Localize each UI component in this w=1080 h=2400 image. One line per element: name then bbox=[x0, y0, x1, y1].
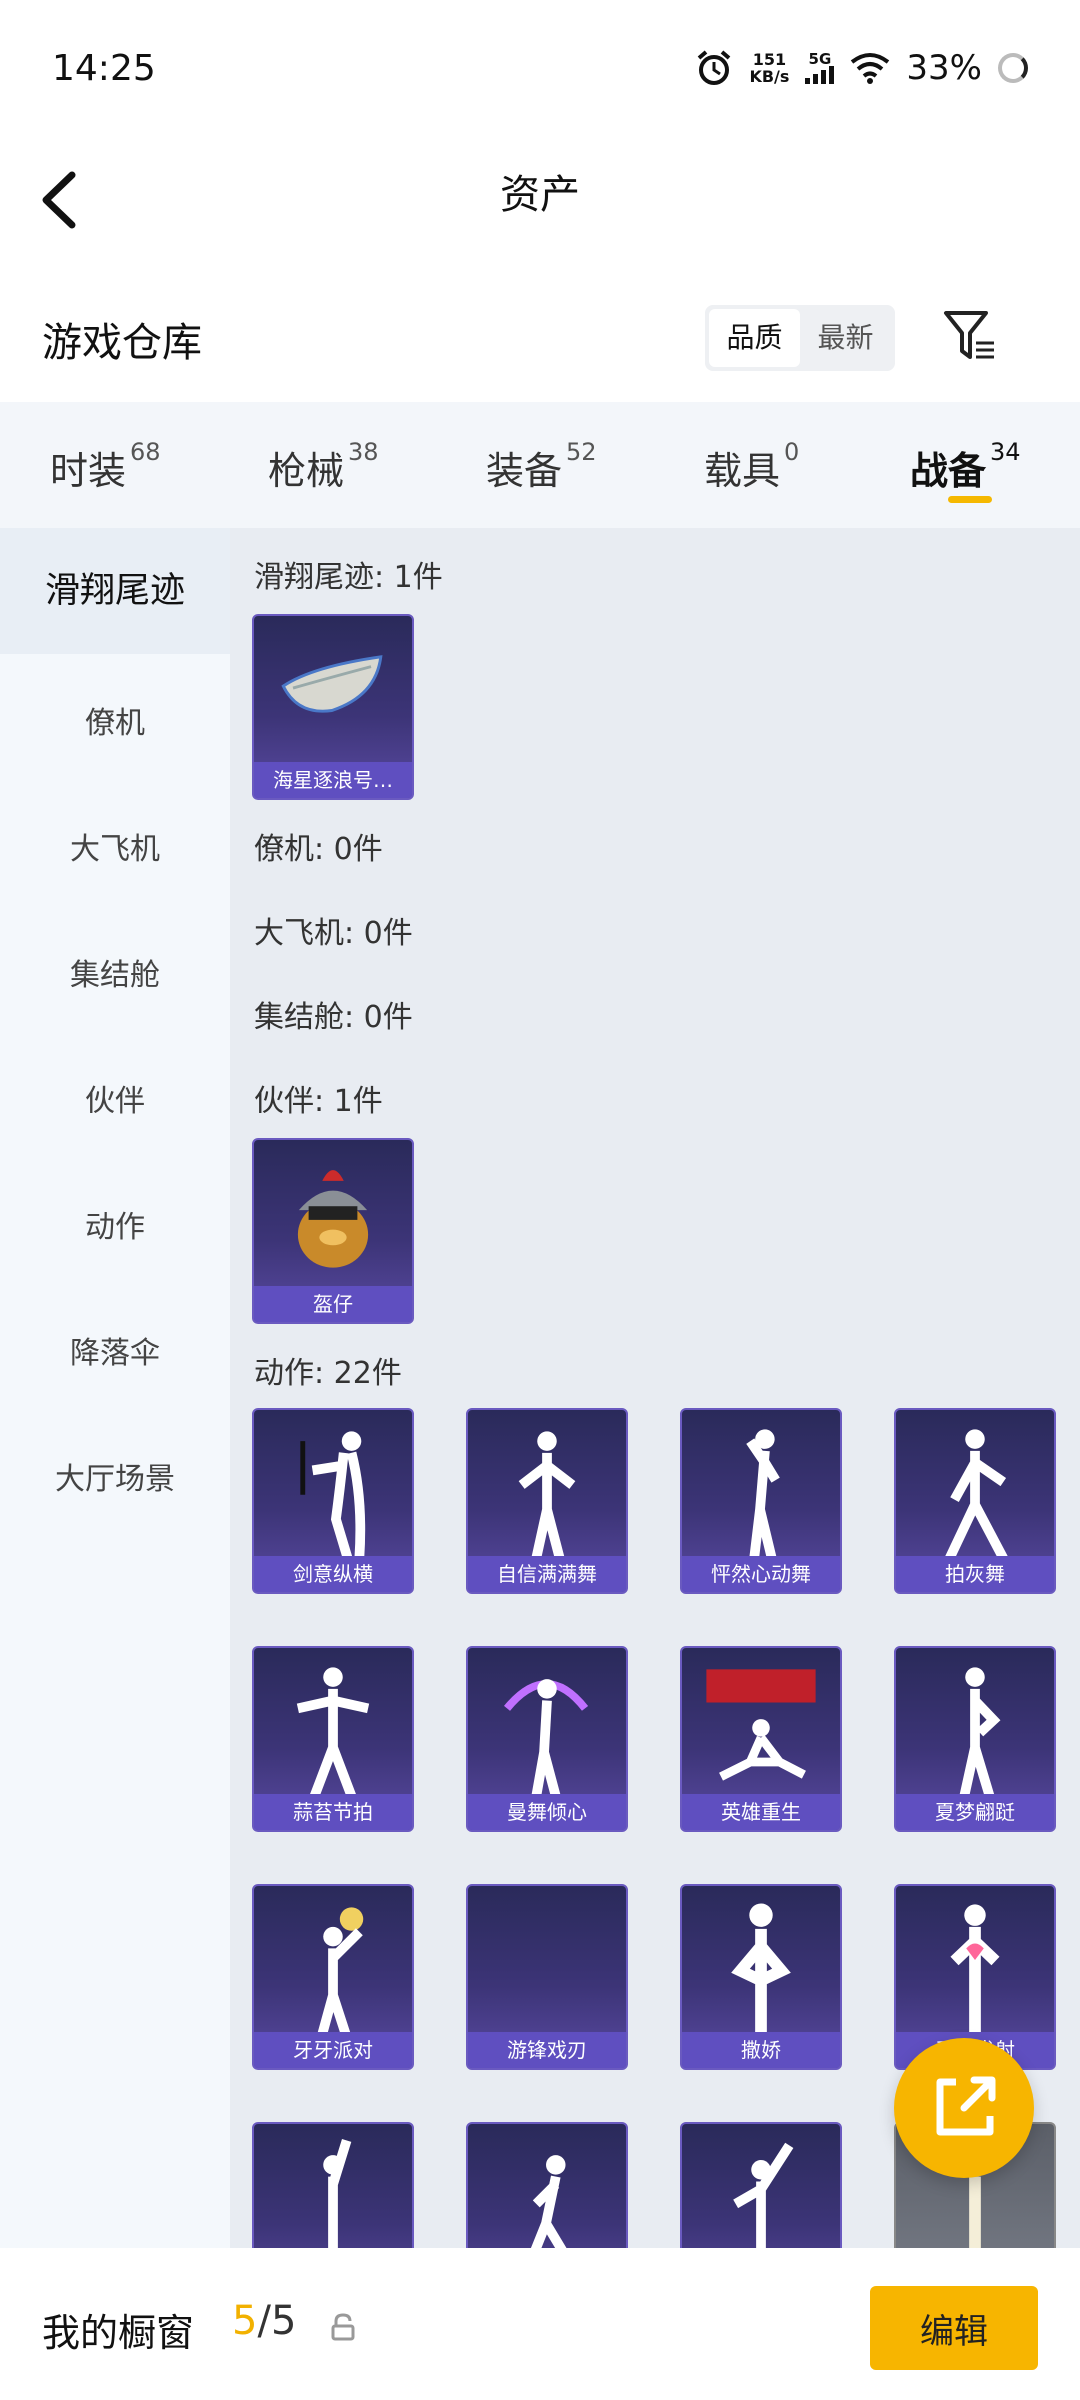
status-icons: 151 KB/s 5G 33% bbox=[695, 48, 1028, 88]
showcase-bar: 我的橱窗 5/5 编辑 bbox=[0, 2250, 1080, 2400]
item-name: 盔仔 bbox=[254, 1286, 412, 1322]
dancer-figure-icon bbox=[518, 1431, 576, 1560]
item-name: 怦然心动舞 bbox=[682, 1556, 840, 1592]
item-card[interactable]: 怦然心动舞 bbox=[680, 1408, 842, 1594]
item-name: 海星逐浪号… bbox=[254, 762, 412, 798]
item-card[interactable]: 英雄重生 bbox=[680, 1646, 842, 1832]
section-label-glide: 滑翔尾迹: 1件 bbox=[254, 560, 443, 595]
sort-toggle: 品质 最新 bbox=[705, 305, 895, 371]
lock-icon bbox=[331, 2313, 355, 2341]
side-nav-item-capsule[interactable]: 集结舱 bbox=[0, 950, 230, 994]
section-label-plane: 大飞机: 0件 bbox=[254, 916, 413, 951]
item-card[interactable]: 牙牙派对 bbox=[252, 1884, 414, 2070]
item-card[interactable] bbox=[466, 2122, 628, 2248]
dancer-figure-icon bbox=[950, 1904, 1000, 2035]
item-name: 英雄重生 bbox=[682, 1794, 840, 1830]
item-name: 剑意纵横 bbox=[254, 1556, 412, 1592]
cell-signal-icon: 5G bbox=[805, 52, 835, 84]
dancer-figure-icon bbox=[300, 1431, 366, 1560]
item-name: 蒜苔节拍 bbox=[254, 1794, 412, 1830]
item-name: 自信满满舞 bbox=[468, 1556, 626, 1592]
active-tab-indicator bbox=[948, 496, 992, 503]
item-card[interactable]: 拍灰舞 bbox=[894, 1408, 1056, 1594]
side-nav-item-wingman[interactable]: 僚机 bbox=[0, 698, 230, 742]
item-name: 拍灰舞 bbox=[896, 1556, 1054, 1592]
dancer-figure-icon bbox=[323, 2139, 352, 2248]
item-card[interactable]: 曼舞倾心 bbox=[466, 1646, 628, 1832]
edit-button[interactable]: 编辑 bbox=[870, 2286, 1038, 2370]
item-card[interactable]: 盔仔 bbox=[252, 1138, 414, 1324]
side-nav-item-plane[interactable]: 大飞机 bbox=[0, 824, 230, 868]
alarm-icon bbox=[698, 50, 731, 85]
wifi-icon bbox=[851, 53, 890, 84]
header: 资产 bbox=[0, 140, 1080, 290]
dancer-figure-icon bbox=[733, 2142, 794, 2248]
side-nav-item-partner[interactable]: 伙伴 bbox=[0, 1076, 230, 1120]
battery-percent: 33% bbox=[906, 48, 982, 88]
sort-quality-option[interactable]: 品质 bbox=[709, 309, 800, 367]
showcase-count: 5/5 bbox=[232, 2298, 297, 2344]
tab-fashion[interactable]: 时装 68 bbox=[50, 438, 161, 495]
item-card[interactable]: 游锋戏刃 bbox=[466, 1884, 628, 2070]
item-name: 游锋戏刃 bbox=[468, 2032, 626, 2068]
filter-icon[interactable] bbox=[940, 305, 1000, 365]
item-card[interactable] bbox=[680, 2122, 842, 2248]
showcase-label: 我的橱窗 bbox=[42, 2311, 195, 2355]
section-label-capsule: 集结舱: 0件 bbox=[254, 1000, 413, 1035]
dancer-figure-icon bbox=[945, 1429, 1008, 1560]
dancer-figure-icon bbox=[959, 1667, 1001, 1798]
side-nav: 滑翔尾迹 僚机 大飞机 集结舱 伙伴 动作 降落伞 大厅场景 bbox=[0, 528, 230, 2248]
boat-icon bbox=[281, 655, 383, 713]
external-link-icon bbox=[936, 2076, 996, 2136]
item-name: 撒娇 bbox=[682, 2032, 840, 2068]
helmet-chick-icon bbox=[297, 1170, 369, 1268]
item-card[interactable]: 海星逐浪号… bbox=[252, 614, 414, 800]
side-nav-item-parachute[interactable]: 降落伞 bbox=[0, 1328, 230, 1372]
side-nav-item-lobby-scene[interactable]: 大厅场景 bbox=[0, 1454, 230, 1498]
section-label-wingman: 僚机: 0件 bbox=[254, 832, 383, 867]
hero-pose-icon bbox=[706, 1669, 816, 1781]
item-name: 牙牙派对 bbox=[254, 2032, 412, 2068]
dancer-figure-icon bbox=[296, 1667, 370, 1798]
dancer-figure-icon bbox=[317, 1907, 364, 2036]
dancer-figure-icon bbox=[530, 2155, 567, 2248]
item-card[interactable]: 夏梦翩跹 bbox=[894, 1646, 1056, 1832]
dancer-figure-icon bbox=[746, 1429, 780, 1560]
dancer-figure-icon bbox=[731, 1903, 791, 2035]
item-card[interactable]: 自信满满舞 bbox=[466, 1408, 628, 1594]
item-card[interactable]: 剑意纵横 bbox=[252, 1408, 414, 1594]
page-title: 资产 bbox=[500, 172, 580, 218]
dancer-figure-icon bbox=[503, 1679, 589, 1798]
section-label-partner: 伙伴: 1件 bbox=[254, 1084, 383, 1119]
status-bar: 14:25 151 KB/s 5G 33% bbox=[0, 0, 1080, 140]
item-card[interactable]: 撒娇 bbox=[680, 1884, 842, 2070]
tab-weapons[interactable]: 枪械 38 bbox=[268, 438, 379, 495]
warehouse-title: 游戏仓库 bbox=[42, 320, 202, 366]
status-time: 14:25 bbox=[52, 48, 156, 89]
item-card[interactable] bbox=[252, 2122, 414, 2248]
item-name: 曼舞倾心 bbox=[468, 1794, 626, 1830]
side-nav-item-glide-trail[interactable]: 滑翔尾迹 bbox=[0, 528, 230, 654]
item-name: 夏梦翩跹 bbox=[896, 1794, 1054, 1830]
net-speed: 151 KB/s bbox=[749, 50, 790, 86]
tab-vehicles[interactable]: 载具 0 bbox=[704, 438, 799, 495]
side-nav-item-emote[interactable]: 动作 bbox=[0, 1202, 230, 1246]
sort-latest-option[interactable]: 最新 bbox=[800, 309, 891, 367]
item-list: 滑翔尾迹: 1件 海星逐浪号… 僚机: 0件 大飞机: 0件 集结舱: 0件 伙… bbox=[230, 528, 1080, 2248]
item-card[interactable]: 蒜苔节拍 bbox=[252, 1646, 414, 1832]
tab-equipment[interactable]: 装备 52 bbox=[486, 438, 597, 495]
category-tabs: 时装 68 枪械 38 装备 52 载具 0 战备 34 bbox=[0, 402, 1080, 528]
tab-battle-gear[interactable]: 战备 34 bbox=[910, 438, 1021, 495]
share-button[interactable] bbox=[894, 2038, 1034, 2178]
battery-icon bbox=[998, 53, 1028, 83]
section-label-emote: 动作: 22件 bbox=[254, 1356, 402, 1391]
